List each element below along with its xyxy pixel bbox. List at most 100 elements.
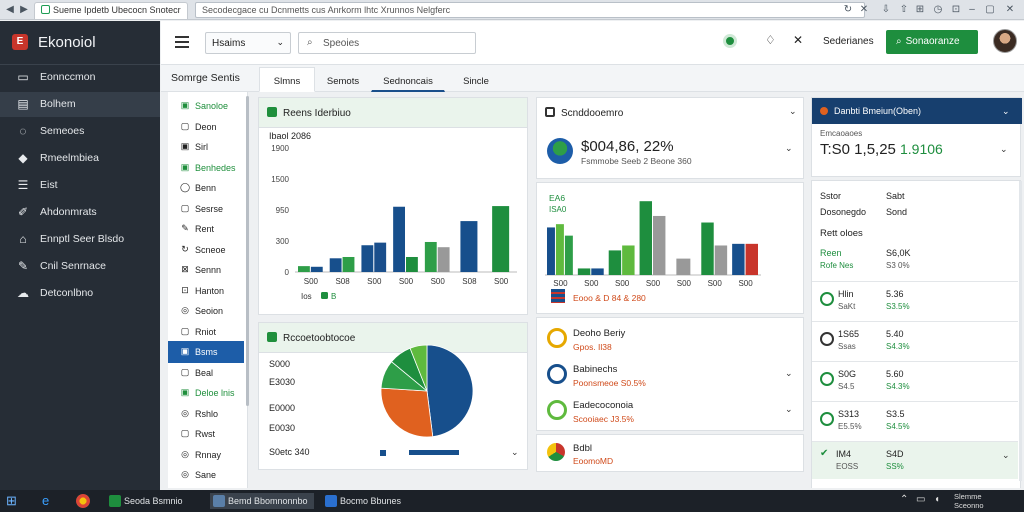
taskbar-item[interactable]: Bocmo Bbunes <box>322 493 422 509</box>
subnav-item[interactable]: ▣ Deloe lnis <box>168 382 244 404</box>
browser-tab[interactable]: Sueme Ipdetb Ubecocn Snotecr <box>34 2 188 19</box>
x-tick-label: S08 <box>462 277 477 286</box>
subnav-item[interactable]: ◎ Sane <box>168 464 244 486</box>
kpi-title: Danbti Bmeiun(Oben) <box>834 106 922 116</box>
chevron-down-icon[interactable]: ⌄ <box>785 368 793 379</box>
history-icon[interactable]: ◷ <box>932 4 944 16</box>
page-title: Somrge Sentis <box>171 72 240 84</box>
sidebar-item[interactable]: ✐ Ahdonmrats <box>0 200 160 225</box>
subnav-item[interactable]: ▢ Deon <box>168 116 244 138</box>
subnav-item[interactable]: ▣ Sirl <box>168 136 244 158</box>
subnav-item[interactable]: ✎ Rent <box>168 218 244 240</box>
workspace-select[interactable]: Hsaims ⌄ <box>205 32 291 54</box>
tools-icon[interactable]: ✕ <box>793 33 803 47</box>
volume-icon[interactable]: ◖ <box>934 494 940 505</box>
subnav-item[interactable]: ▣ Bsms <box>168 341 244 363</box>
app-icon <box>109 495 121 507</box>
subnav-label: Benhedes <box>195 162 236 173</box>
taskbar-item[interactable]: Seoda Bsmnio <box>106 493 202 509</box>
cloud-icon: ☁ <box>17 286 29 300</box>
list-card-footer: Bdbl EoomoMD <box>536 434 804 472</box>
subnav-item[interactable]: ▢ Beal <box>168 362 244 384</box>
taskbar-item[interactable]: Bemd Bbomnonnbo <box>210 493 314 509</box>
metrics-card: Sstor Sabt Dosonegdo Sond Rett oloes Ree… <box>811 180 1022 488</box>
sidebar-item[interactable]: ☁ Detconlbno <box>0 281 160 306</box>
lock-icon[interactable]: ⊡ <box>950 4 962 16</box>
chevron-down-icon[interactable]: ⌄ <box>1000 144 1008 155</box>
status-ring-icon <box>820 372 834 386</box>
browser-icon[interactable]: e <box>42 493 58 509</box>
menu-icon[interactable] <box>175 36 189 48</box>
network-icon[interactable]: ▭ <box>916 494 925 505</box>
sidebar-item[interactable]: ☰ Eist <box>0 173 160 198</box>
chevron-down-icon[interactable]: ⌄ <box>785 404 793 415</box>
minimize-icon[interactable]: – <box>966 4 978 16</box>
chevron-down-icon[interactable]: ⌄ <box>789 106 797 117</box>
metric-row[interactable]: Reen Rofe Nes S6,0K S3 0% <box>812 241 1018 279</box>
chevron-down-icon[interactable]: ⌄ <box>1002 450 1010 461</box>
subnav-label: Deon <box>195 121 217 132</box>
sidebar-item[interactable]: ✎ Cnil Senrnace <box>0 254 160 279</box>
subnav-item[interactable]: ◎ Rshlo <box>168 403 244 425</box>
sidebar-item[interactable]: ▤ Bolhem <box>0 92 160 117</box>
list-item[interactable]: Babinechs Poonsmeoe S0.5% ⌄ <box>537 358 803 392</box>
subnav-scrollbar[interactable] <box>246 96 249 406</box>
scrollbar[interactable] <box>1019 181 1022 481</box>
metric-row[interactable]: 1S65 Ssas 5.40 S4.3% <box>812 321 1018 359</box>
maximize-icon[interactable]: ▢ <box>984 4 996 16</box>
extension-icon[interactable]: ⊞ <box>914 4 926 16</box>
bell-icon[interactable]: ♢ <box>765 33 776 47</box>
forward-icon[interactable]: ▶ <box>18 4 30 16</box>
metric-row[interactable]: ✔ IM4 EOSS S4D SS% ⌄ <box>812 441 1018 479</box>
metric-row[interactable]: S313 E5.5% S3.5 S4.5% <box>812 401 1018 439</box>
metric-row[interactable]: S0G S4.5 5.60 S4.3% <box>812 361 1018 399</box>
subnav-item[interactable]: ▢ Sesrse <box>168 198 244 220</box>
status-dot-icon[interactable] <box>723 34 737 48</box>
tab-4[interactable]: Sincle <box>445 67 507 92</box>
sidebar-item[interactable]: ◆ Rmeelmbiea <box>0 146 160 171</box>
chevron-down-icon[interactable]: ⌄ <box>1002 106 1010 117</box>
subnav-item[interactable]: ⊠ Sennn <box>168 259 244 281</box>
chevron-down-icon[interactable]: ⌄ <box>785 143 793 154</box>
subnav-item[interactable]: ◎ Rnnay <box>168 444 244 466</box>
bar <box>701 222 714 275</box>
search-icon: ⌕ <box>896 36 902 47</box>
clock: Slemme Sceonno <box>954 492 984 510</box>
subnav-label: Sennn <box>195 265 222 275</box>
subnav-item[interactable]: ⊡ Hanton <box>168 280 244 302</box>
download-icon[interactable]: ⇩ <box>880 4 892 16</box>
bar <box>374 242 387 272</box>
sidebar-item[interactable]: ▭ Eonnccmon <box>0 65 160 90</box>
bar <box>393 206 405 272</box>
start-icon[interactable]: ⊞ <box>6 493 22 509</box>
tab-2[interactable]: Semots <box>315 67 371 92</box>
subnav-item[interactable]: ▢ Rwst <box>168 423 244 445</box>
list-item[interactable]: Deoho Beriy Gpos. Il38 <box>537 322 803 356</box>
share-icon[interactable]: ⇧ <box>898 4 910 16</box>
subnav-item[interactable]: ↻ Scneoe <box>168 239 244 261</box>
subnav-item[interactable]: ▢ Rniot <box>168 321 244 343</box>
tab-1[interactable]: Slmns <box>259 67 315 92</box>
subnav-item[interactable]: ▣ Benhedes <box>168 157 244 179</box>
avatar[interactable] <box>993 29 1017 53</box>
back-icon[interactable]: ◀ <box>4 4 16 16</box>
chrome-icon[interactable] <box>76 494 90 508</box>
list-item[interactable]: Eadecoconoia Scooiaec J3.5% ⌄ <box>537 394 803 428</box>
bookmark-icon[interactable]: ✕ <box>858 4 870 16</box>
search-input[interactable]: ⌕ Speoies <box>298 32 476 54</box>
tray-up-icon[interactable]: ⌃ <box>900 494 908 505</box>
progress-bar <box>409 450 459 455</box>
list-item-title: Babinechs <box>573 364 618 375</box>
refresh-icon[interactable]: ↻ <box>842 4 854 16</box>
tab-3[interactable]: Sednoncais <box>371 67 445 92</box>
subnav-item[interactable]: ◯ Benn <box>168 177 244 199</box>
close-icon[interactable]: ✕ <box>1004 4 1016 16</box>
subnav-item[interactable]: ◎ Seoion <box>168 300 244 322</box>
sidebar-item[interactable]: ⌂ Ennptl Seer Blsdo <box>0 227 160 252</box>
metric-row[interactable]: Hlin SaKt 5.36 S3.5% <box>812 281 1018 319</box>
address-bar[interactable]: Secodecgace cu Dcnmetts cus Anrkorm lhtc… <box>195 2 865 18</box>
subnav-item[interactable]: ▣ Sanoloe <box>168 95 244 117</box>
chevron-down-icon[interactable]: ⌄ <box>511 447 519 458</box>
primary-action-button[interactable]: ⌕ Sonaoranze <box>886 30 978 54</box>
sidebar-item[interactable]: ◌ Semeoes <box>0 119 160 144</box>
